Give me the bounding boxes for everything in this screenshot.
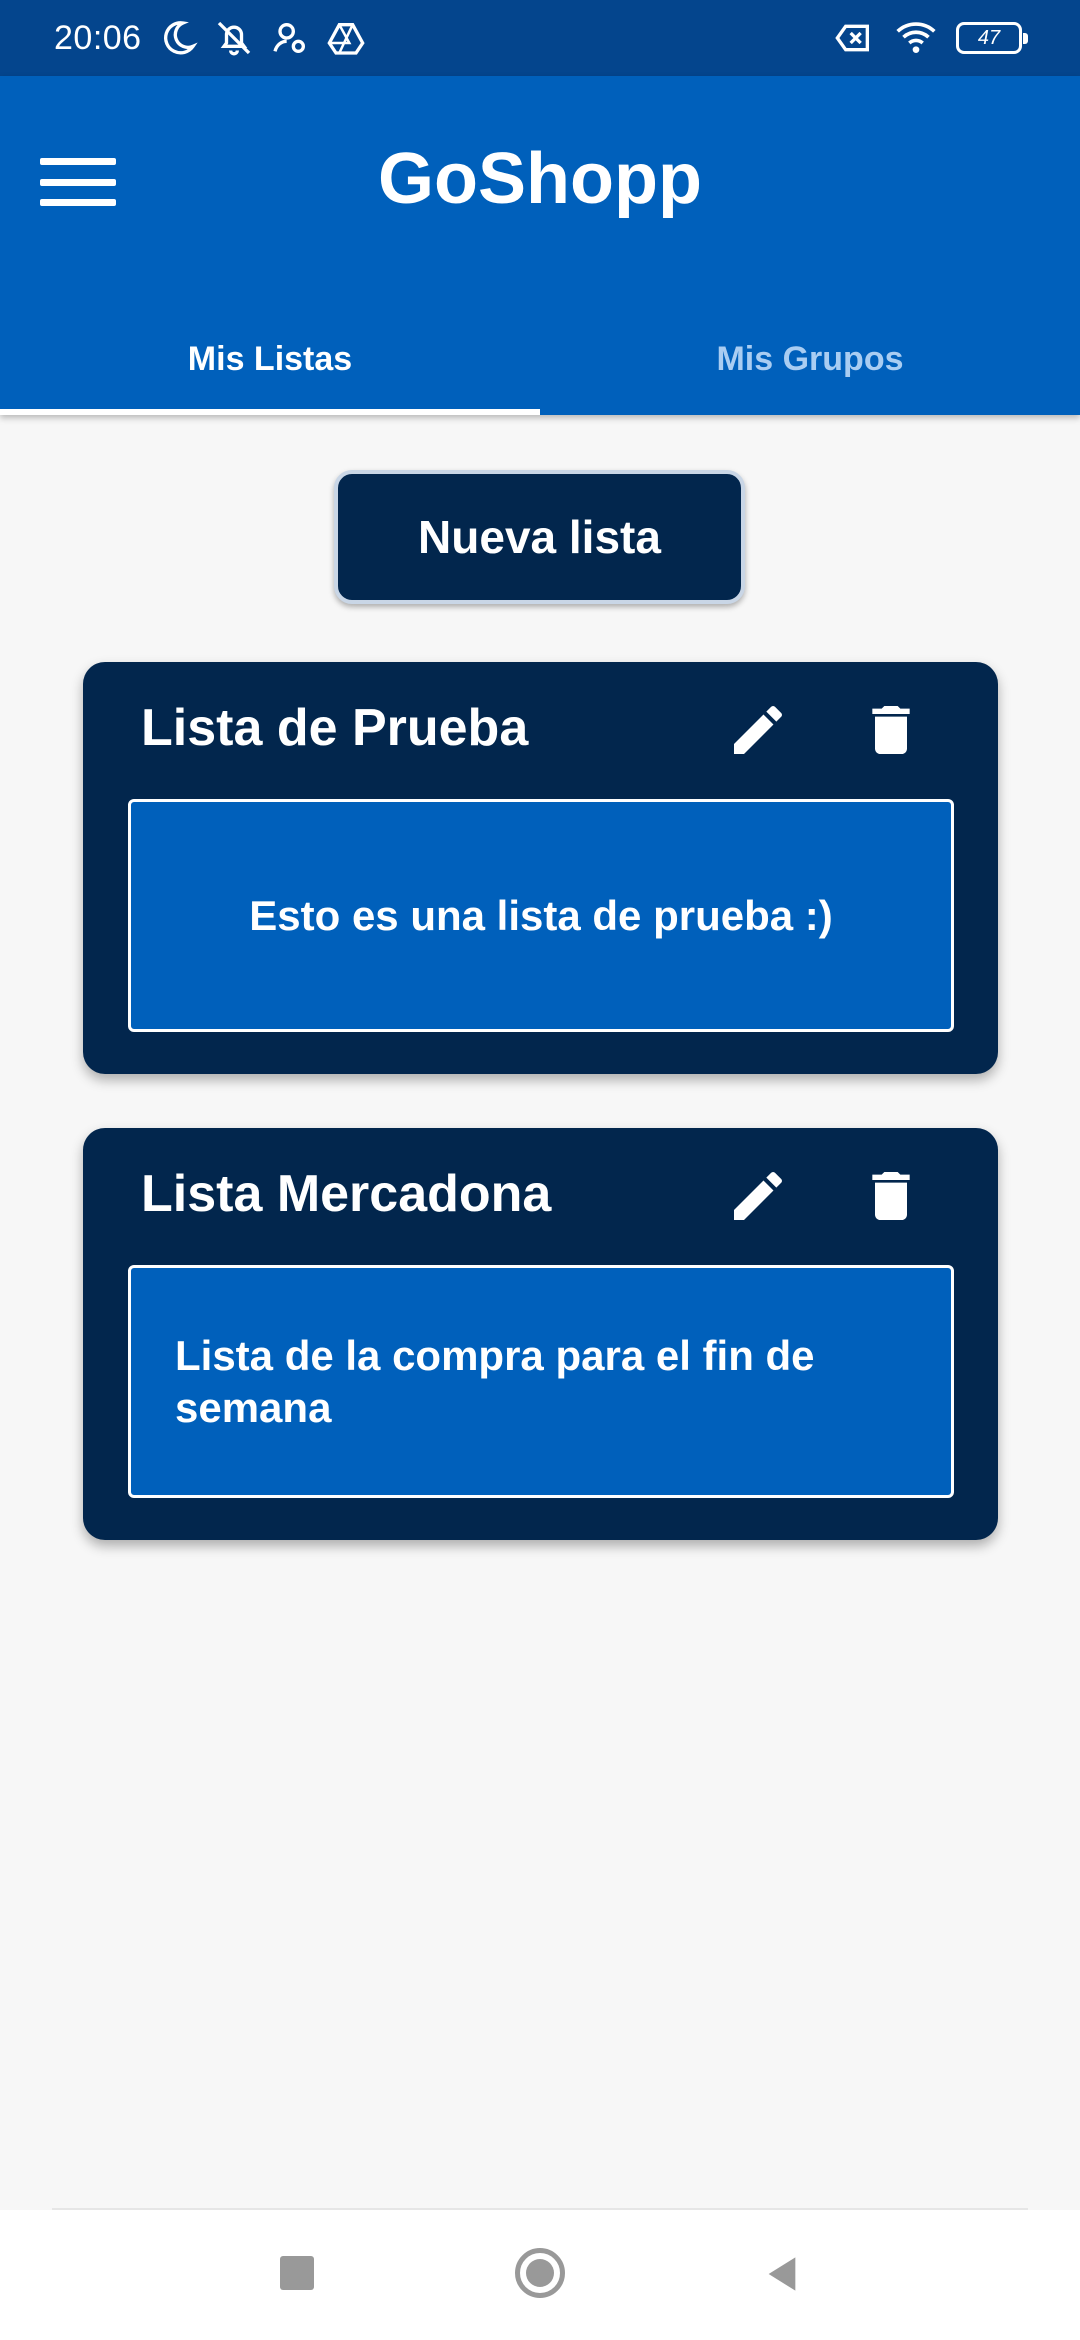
battery-level: 47: [977, 26, 1001, 49]
battery-icon: 47: [956, 22, 1028, 54]
status-right: 47: [832, 18, 1028, 58]
pencil-icon[interactable]: [726, 698, 790, 762]
tab-bar: Mis Listas Mis Grupos: [0, 304, 1080, 415]
new-list-button[interactable]: Nueva lista: [334, 470, 745, 604]
pencil-icon[interactable]: [726, 1164, 790, 1228]
list-title: Lista Mercadona: [141, 1165, 552, 1223]
person-key-icon: [272, 23, 305, 53]
moon-icon: [163, 21, 198, 55]
no-sim-icon: [835, 24, 869, 52]
recents-square-icon[interactable]: [280, 2256, 314, 2290]
app-bar: GoShopp Mis Listas Mis Grupos: [0, 76, 1080, 415]
trash-icon[interactable]: [859, 698, 923, 762]
list-title: Lista de Prueba: [141, 699, 529, 757]
screen: 20:06 47 GoShopp Mis Listas Mis Grupos N…: [0, 0, 1080, 2340]
system-navigation-bar: [0, 2210, 1080, 2340]
tab-mis-listas[interactable]: Mis Listas: [0, 304, 540, 415]
trash-icon[interactable]: [859, 1164, 923, 1228]
list-description: Esto es una lista de prueba :): [128, 799, 954, 1032]
status-bar: 20:06 47: [0, 0, 1080, 76]
list-card[interactable]: Lista Mercadona Lista de la compra para …: [83, 1128, 998, 1540]
wifi-icon: [896, 22, 936, 53]
drive-icon: [326, 23, 365, 55]
list-description: Lista de la compra para el fin de semana: [128, 1265, 954, 1498]
status-time: 20:06: [54, 18, 142, 57]
list-card[interactable]: Lista de Prueba Esto es una lista de pru…: [83, 662, 998, 1074]
app-title: GoShopp: [378, 139, 702, 219]
tab-mis-grupos[interactable]: Mis Grupos: [540, 304, 1080, 415]
bell-off-icon: [217, 21, 250, 56]
home-circle-icon[interactable]: [515, 2248, 565, 2298]
status-left: 20:06: [54, 18, 366, 58]
back-triangle-icon[interactable]: [762, 2254, 802, 2294]
